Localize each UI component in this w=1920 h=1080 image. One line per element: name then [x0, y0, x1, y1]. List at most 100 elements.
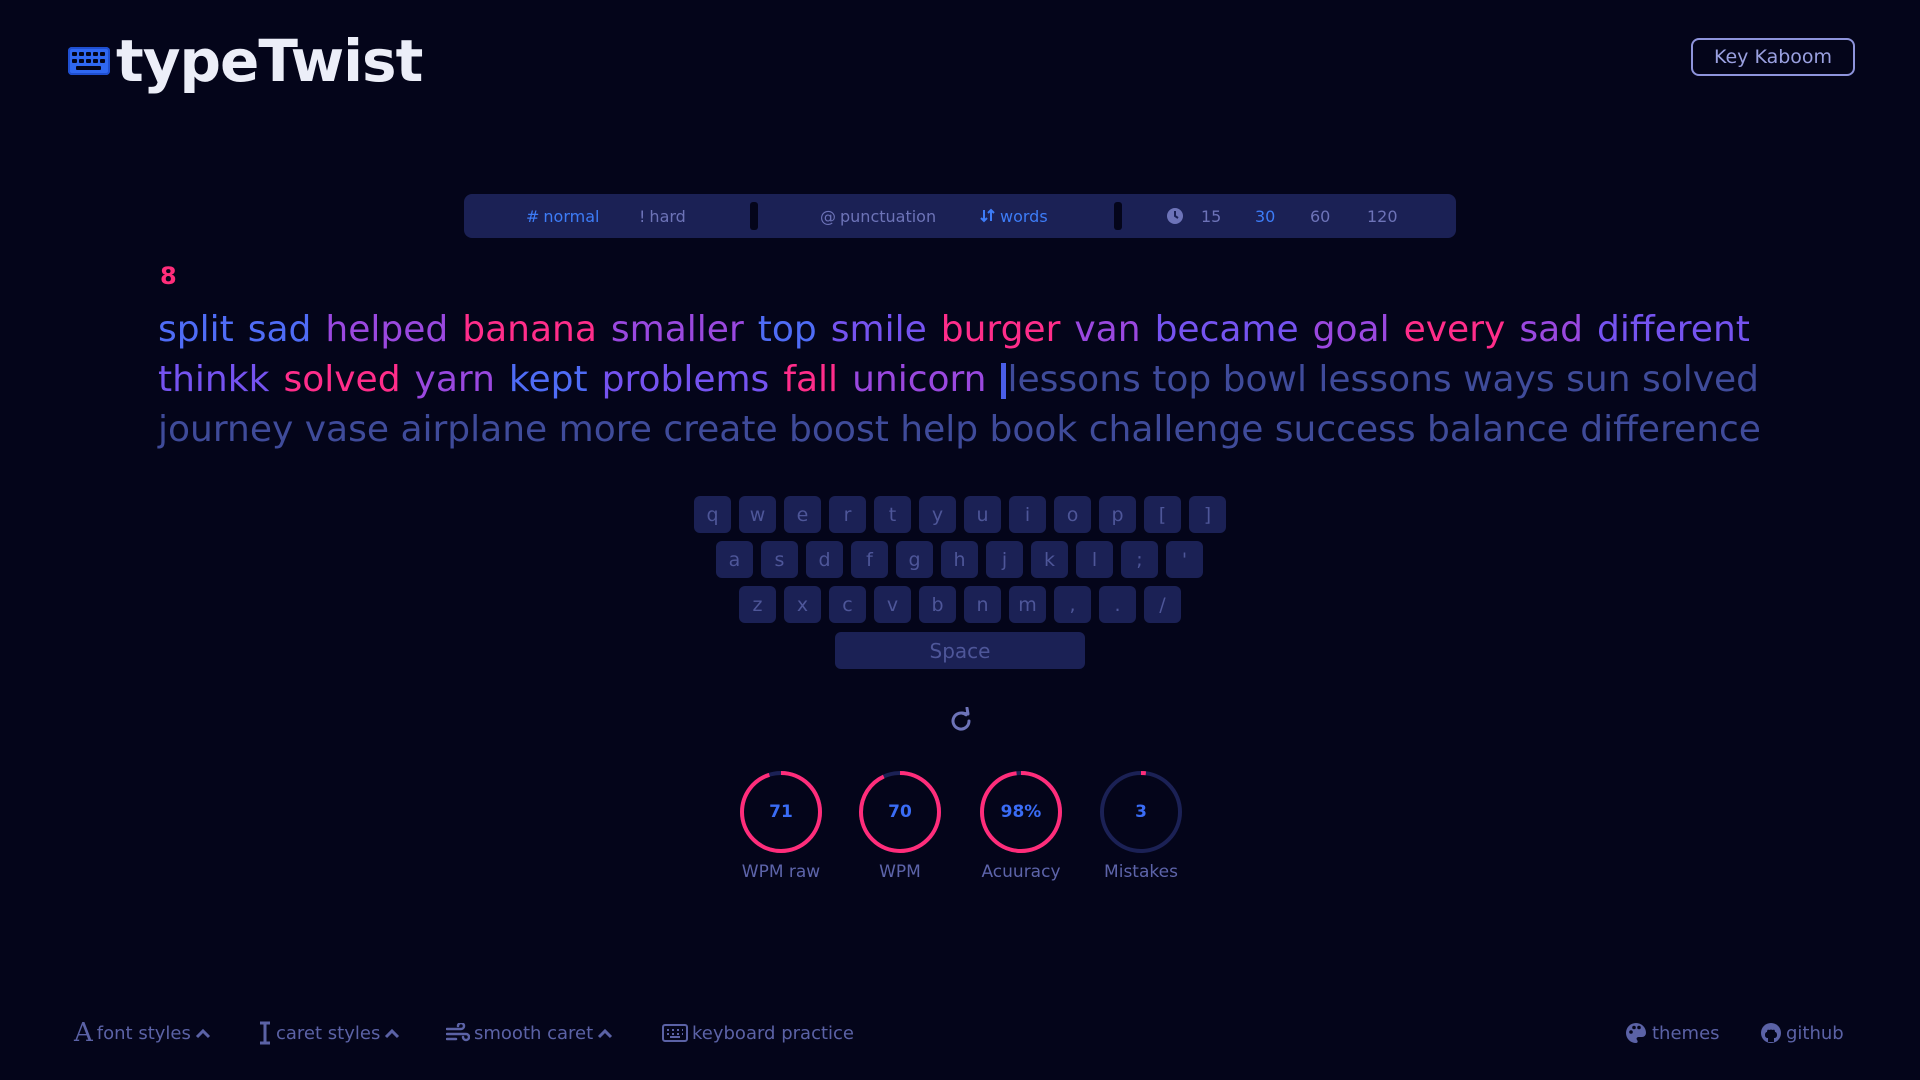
keyboard-practice-button[interactable]: keyboard practice — [662, 1016, 854, 1050]
typed-word: banana — [462, 309, 597, 350]
pending-words: journey vase airplane more create boost … — [158, 409, 1761, 450]
word-line: split sad helped banana smaller top smile burge… — [158, 305, 1758, 355]
typing-area[interactable]: split sad helped banana smaller top smile burge… — [158, 305, 1761, 455]
keyboard-key[interactable]: , — [1054, 586, 1091, 623]
keyboard-key[interactable]: . — [1099, 586, 1136, 623]
keyboard-key[interactable]: ; — [1121, 541, 1158, 578]
keyboard-key[interactable]: ] — [1189, 496, 1226, 533]
typed-word: unicorn — [852, 359, 987, 400]
words-toggle[interactable]: words — [980, 194, 1048, 238]
typed-word: smaller — [610, 309, 744, 350]
keyboard-key[interactable]: y — [919, 496, 956, 533]
keyboard-key[interactable]: c — [829, 586, 866, 623]
keyboard-key[interactable]: r — [829, 496, 866, 533]
at-icon: @ — [820, 206, 836, 226]
keyboard-key[interactable]: v — [874, 586, 911, 623]
font-a-icon: A — [74, 1018, 93, 1048]
keyboard-row: a s d f g h j k l; ' — [716, 541, 1203, 578]
caret-styles-label: caret styles — [276, 1022, 381, 1044]
typed-word: helped — [325, 309, 449, 350]
time-30-button[interactable]: 30 — [1255, 194, 1275, 238]
keyboard-key[interactable]: / — [1144, 586, 1181, 623]
keyboard-practice-label: keyboard practice — [692, 1022, 854, 1044]
keyboard-key[interactable]: m — [1009, 586, 1046, 623]
keyboard-key[interactable]: g — [896, 541, 933, 578]
keyboard-key[interactable]: s — [761, 541, 798, 578]
typed-word: kept — [508, 359, 588, 400]
keyboard-key[interactable]: n — [964, 586, 1001, 623]
themes-button[interactable]: themes — [1624, 1016, 1720, 1050]
keyboard-key[interactable]: a — [716, 541, 753, 578]
typed-word: top — [757, 309, 817, 350]
stat-value: 98% — [1000, 802, 1042, 822]
time-60-button[interactable]: 60 — [1310, 194, 1330, 238]
text-cursor-icon — [260, 1021, 270, 1045]
progress-ring: 3 — [1099, 770, 1183, 854]
stat-value: 70 — [888, 802, 912, 822]
github-link[interactable]: github — [1760, 1016, 1844, 1050]
words-label: words — [1000, 206, 1048, 226]
pending-words: lessons top bowl lessons ways sun solved — [1007, 359, 1760, 400]
divider — [1114, 202, 1122, 230]
keyboard-key[interactable]: f — [851, 541, 888, 578]
mode-hard-button[interactable]: ! hard — [639, 194, 686, 238]
keyboard-key[interactable]: i — [1009, 496, 1046, 533]
key-kaboom-button[interactable]: Key Kaboom — [1691, 38, 1855, 76]
stat-value: 71 — [769, 802, 793, 822]
keyboard-key[interactable]: o — [1054, 496, 1091, 533]
time-15-button[interactable]: 15 — [1201, 194, 1221, 238]
chevron-up-icon — [385, 1028, 400, 1039]
keyboard-key[interactable]: ' — [1166, 541, 1203, 578]
mode-hard-label: hard — [649, 206, 686, 226]
exclamation-icon: ! — [639, 206, 646, 226]
typed-word: yarn — [414, 359, 495, 400]
keyboard-key[interactable]: d — [806, 541, 843, 578]
keyboard-key[interactable]: x — [784, 586, 821, 623]
word-line: journey vase airplane more create boost … — [158, 405, 1761, 455]
typed-word: became — [1154, 309, 1299, 350]
punctuation-toggle[interactable]: @ punctuation — [820, 194, 936, 238]
keyboard-key[interactable]: j — [986, 541, 1023, 578]
text-caret — [1000, 363, 1006, 399]
keyboard-key[interactable]: l — [1076, 541, 1113, 578]
keyboard-key[interactable]: w — [739, 496, 776, 533]
time-120-button[interactable]: 120 — [1367, 194, 1398, 238]
themes-label: themes — [1652, 1022, 1720, 1044]
smooth-caret-button[interactable]: smooth caret — [446, 1016, 613, 1050]
keyboard-key[interactable]: t — [874, 496, 911, 533]
stat-label: Acuuracy — [981, 862, 1061, 882]
keyboard-key[interactable]: p — [1099, 496, 1136, 533]
keyboard-key[interactable]: [ — [1144, 496, 1181, 533]
app-title[interactable]: typeTwist — [116, 27, 423, 95]
caret-styles-button[interactable]: caret styles — [258, 1016, 400, 1050]
stat-label: WPM — [879, 862, 921, 882]
keyboard-key[interactable]: u — [964, 496, 1001, 533]
keyboard-key[interactable]: h — [941, 541, 978, 578]
typed-word: problems — [601, 359, 770, 400]
word-counter: 8 — [160, 262, 177, 290]
wpm-stat: 70 WPM — [858, 770, 942, 882]
typed-word: sad — [247, 309, 312, 350]
font-styles-button[interactable]: A font styles — [74, 1016, 211, 1050]
keyboard-key[interactable]: z — [739, 586, 776, 623]
typed-word: smile — [830, 309, 927, 350]
keyboard-icon — [662, 1024, 688, 1042]
keyboard-key[interactable]: q — [694, 496, 731, 533]
keyboard-key[interactable]: k — [1031, 541, 1068, 578]
typed-word: fall — [783, 359, 839, 400]
mode-bar: # normal ! hard @ punctuation words 15 3… — [464, 194, 1456, 238]
clock-icon — [1166, 194, 1184, 238]
keyboard-key[interactable]: e — [784, 496, 821, 533]
wpm-raw-stat: 71 WPM raw — [739, 770, 823, 882]
mode-normal-button[interactable]: # normal — [526, 194, 599, 238]
progress-ring: 70 — [858, 770, 942, 854]
space-key[interactable]: Space — [835, 632, 1085, 669]
restart-icon[interactable] — [947, 706, 975, 735]
typed-word: goal — [1312, 309, 1390, 350]
sort-icon — [980, 208, 995, 223]
keyboard-row: z x c v b n m,. / — [739, 586, 1181, 623]
mode-normal-label: normal — [543, 206, 600, 226]
typed-word: split — [158, 309, 234, 350]
typed-word: van — [1074, 309, 1141, 350]
keyboard-key[interactable]: b — [919, 586, 956, 623]
